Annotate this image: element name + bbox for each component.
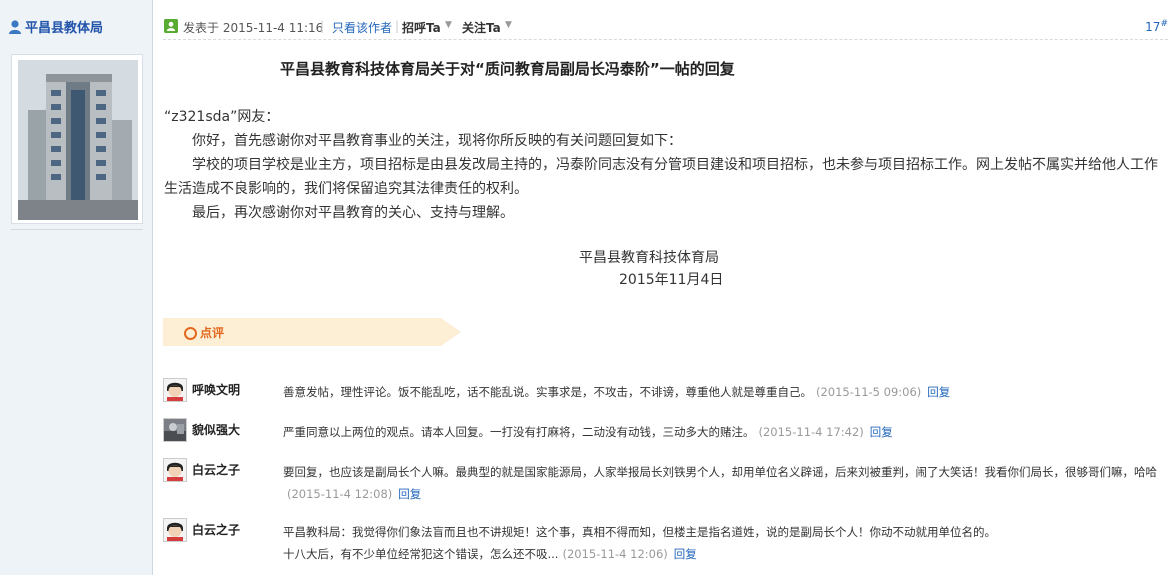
floor-number[interactable]: 17 [1145, 20, 1160, 34]
paragraph: 学校的项目学校是业主方，项目招标是由县发改局主持的，冯泰阶同志没有分管项目建设和… [164, 157, 1158, 197]
chevron-down-icon[interactable]: ▼ [445, 20, 452, 30]
user-icon [8, 19, 22, 35]
commenter-avatar[interactable] [163, 378, 187, 402]
commenter-avatar[interactable] [163, 458, 187, 482]
separator: | [320, 19, 325, 33]
commenter-avatar[interactable] [163, 418, 187, 442]
comment-section-label: 点评 [200, 326, 225, 340]
comment-time: (2015-11-4 17:42) [758, 425, 864, 439]
only-author-link[interactable]: 只看该作者 [332, 19, 392, 36]
comment-time: (2015-11-4 12:08) [287, 487, 393, 501]
salutation: “z321sda”网友： [164, 109, 280, 125]
commenter-name[interactable]: 白云之子 [192, 521, 240, 538]
post-body: “z321sda”网友： 你好，首先感谢你对平昌教育事业的关注，现将你所反映的有… [164, 105, 1169, 225]
comment-time: (2015-11-4 12:06) [562, 547, 668, 561]
comment-text: 严重同意以上两位的观点。请本人回复。一打没有打麻将，二动没有动钱，三动多大的赌注… [283, 425, 755, 439]
reply-link[interactable]: 回复 [927, 385, 950, 399]
author-row[interactable]: 平昌县教体局 [8, 16, 103, 38]
floor-mark: # [1160, 19, 1168, 29]
sidebar-divider [11, 229, 143, 230]
post-title: 平昌县教育科技体育局关于对“质问教育局副局长冯泰阶”一帖的回复 [280, 60, 735, 78]
commenter-avatar[interactable] [163, 518, 187, 542]
comment-circle-icon [184, 327, 197, 340]
comment-text-block: 平昌教科局：我觉得你们象法盲而且也不讲规矩！这个事，真相不得而知，但楼主是指名道… [283, 521, 1003, 565]
commenter-name[interactable]: 貌似强大 [192, 421, 240, 438]
greet-button[interactable]: 招呼Ta [402, 19, 441, 36]
reply-link[interactable]: 回复 [674, 547, 697, 561]
follow-button[interactable]: 关注Ta [462, 19, 501, 36]
comment-section-tab: 点评 [163, 318, 461, 346]
signature-date: 2015年11月4日 [619, 272, 724, 288]
comment-text: 要回复，也应该是副局长个人嘛。最典型的就是国家能源局，人家举报局长刘铁男个人，却… [283, 465, 1157, 479]
reply-link[interactable]: 回复 [398, 487, 421, 501]
reply-link[interactable]: 回复 [870, 425, 893, 439]
floor-number-link[interactable]: 17# [1145, 19, 1168, 34]
online-status-icon [164, 19, 178, 33]
post-meta-bar: 发表于 2015-11-4 11:16 | 只看该作者 | 招呼Ta ▼ 关注T… [163, 13, 1168, 40]
chevron-down-icon[interactable]: ▼ [505, 20, 512, 30]
signature-org: 平昌县教育科技体育局 [579, 250, 719, 266]
author-name[interactable]: 平昌县教体局 [25, 21, 103, 36]
comment-text-block: 要回复，也应该是副局长个人嘛。最典型的就是国家能源局，人家举报局长刘铁男个人，却… [283, 461, 1158, 505]
commenter-name[interactable]: 白云之子 [192, 461, 240, 478]
author-avatar[interactable] [11, 54, 143, 224]
comment-text: 善意发帖，理性评论。饭不能乱吃，话不能乱说。实事求是，不攻击，不诽谤，尊重他人就… [283, 385, 812, 399]
building-photo [18, 60, 138, 220]
author-sidebar: 平昌县教体局 [0, 0, 153, 575]
signature: 平昌县教育科技体育局 2015年11月4日 [579, 247, 723, 291]
comment-text-block: 善意发帖，理性评论。饭不能乱吃，话不能乱说。实事求是，不攻击，不诽谤，尊重他人就… [283, 381, 1158, 403]
commenter-name[interactable]: 呼唤文明 [192, 381, 240, 398]
paragraph: 最后，再次感谢你对平昌教育的关心、支持与理解。 [192, 205, 514, 221]
comment-text-block: 严重同意以上两位的观点。请本人回复。一打没有打麻将，二动没有动钱，三动多大的赌注… [283, 421, 1158, 443]
post-time: 发表于 2015-11-4 11:16 [183, 21, 324, 35]
separator: | [395, 19, 400, 33]
paragraph: 你好，首先感谢你对平昌教育事业的关注，现将你所反映的有关问题回复如下： [192, 133, 682, 149]
comment-time: (2015-11-5 09:06) [816, 385, 922, 399]
